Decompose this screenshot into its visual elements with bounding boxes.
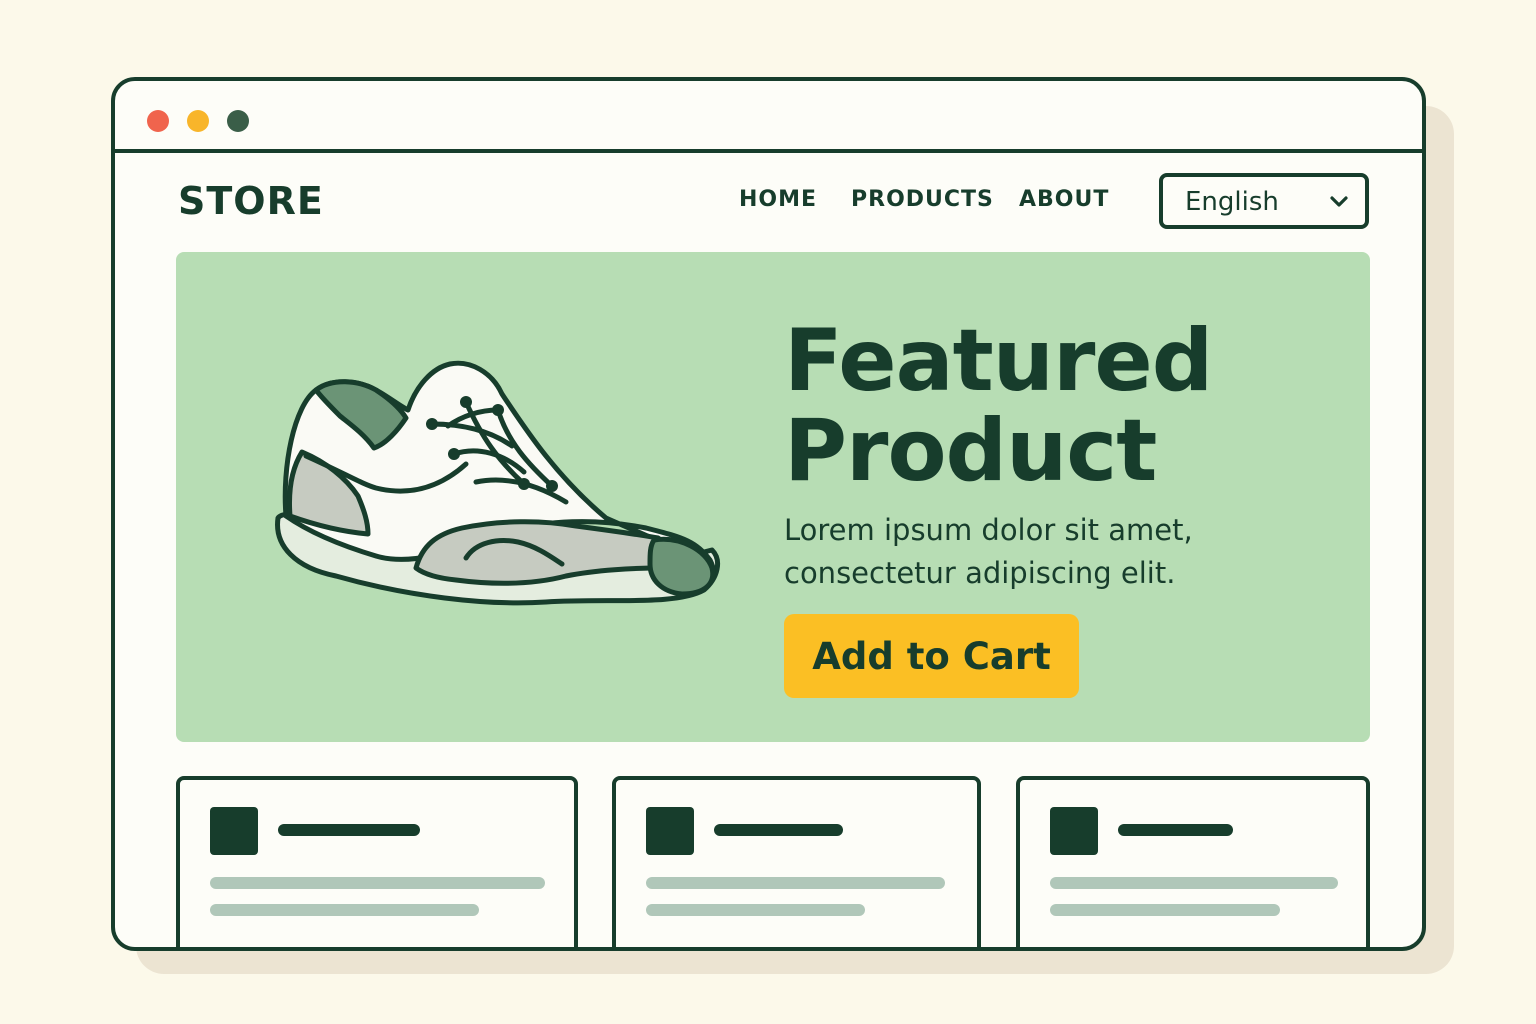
language-select[interactable]: English [1159,173,1369,229]
add-to-cart-button[interactable]: Add to Cart [784,614,1079,698]
product-text-placeholder [646,904,865,916]
product-text-placeholder [646,877,945,889]
maximize-window-button[interactable] [227,110,249,132]
hero-description-line: consectetur adipiscing elit. [784,556,1176,590]
product-text-placeholder [210,877,545,889]
window-titlebar [115,81,1422,153]
hero-title: Featured Product [784,316,1344,496]
hero-description: Lorem ipsum dolor sit amet, consectetur … [784,509,1344,595]
sneaker-illustration [275,360,721,606]
product-title-placeholder [1118,824,1233,836]
browser-window: STORE HOME PRODUCTS ABOUT English Featur… [111,77,1426,951]
store-logo[interactable]: STORE [178,179,324,223]
hero-description-line: Lorem ipsum dolor sit amet, [784,513,1193,547]
product-title-placeholder [278,824,420,836]
product-text-placeholder [1050,877,1338,889]
language-select-value: English [1185,187,1279,217]
product-thumbnail [646,807,694,855]
product-card[interactable] [612,776,981,947]
chevron-down-icon [1330,196,1348,207]
product-title-placeholder [714,824,843,836]
nav-link-home[interactable]: HOME [739,187,817,212]
hero-title-line: Product [784,401,1157,501]
featured-product-banner: Featured Product Lorem ipsum dolor sit a… [176,252,1370,742]
nav-link-products[interactable]: PRODUCTS [851,187,994,212]
product-card[interactable] [1016,776,1370,947]
hero-title-line: Featured [784,311,1213,411]
minimize-window-button[interactable] [187,110,209,132]
product-thumbnail [1050,807,1098,855]
product-text-placeholder [210,904,479,916]
product-card[interactable] [176,776,578,947]
product-text-placeholder [1050,904,1280,916]
product-thumbnail [210,807,258,855]
close-window-button[interactable] [147,110,169,132]
nav-link-about[interactable]: ABOUT [1019,187,1109,212]
